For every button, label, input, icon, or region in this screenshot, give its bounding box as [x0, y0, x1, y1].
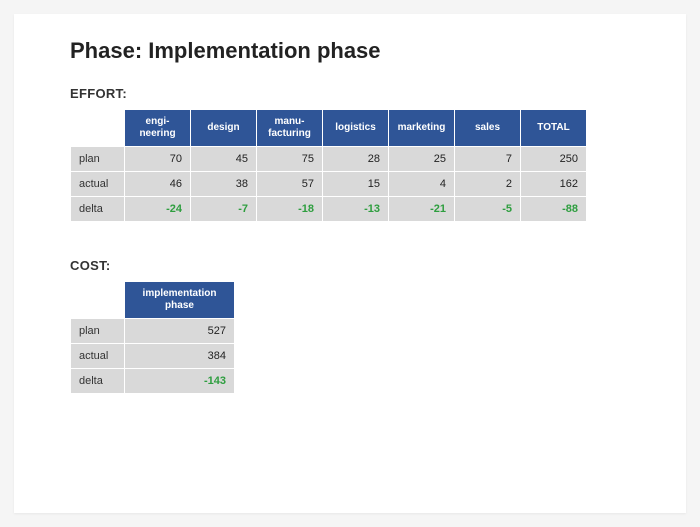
- cost-row-actual-label: actual: [71, 344, 125, 369]
- effort-cell: -5: [455, 197, 521, 222]
- effort-cell: 46: [125, 172, 191, 197]
- effort-cell: -88: [521, 197, 587, 222]
- effort-cell: 162: [521, 172, 587, 197]
- cost-cell: -143: [125, 369, 235, 394]
- cost-cell: 527: [125, 319, 235, 344]
- effort-row-actual-label: actual: [71, 172, 125, 197]
- effort-cell: 28: [323, 147, 389, 172]
- effort-cell: 38: [191, 172, 257, 197]
- effort-cell: 15: [323, 172, 389, 197]
- effort-col-marketing: marketing: [389, 110, 455, 147]
- cost-row-actual: actual 384: [71, 344, 235, 369]
- effort-cell: 70: [125, 147, 191, 172]
- effort-col-logistics: logistics: [323, 110, 389, 147]
- page-title: Phase: Implementation phase: [70, 38, 650, 64]
- effort-cell: -24: [125, 197, 191, 222]
- cost-heading: COST:: [70, 258, 650, 273]
- report-card: Phase: Implementation phase EFFORT: engi…: [14, 14, 686, 513]
- effort-table: engi-neering design manu-facturing logis…: [70, 109, 587, 222]
- cost-row-delta: delta -143: [71, 369, 235, 394]
- cost-table: implementationphase plan 527 actual 384 …: [70, 281, 235, 394]
- effort-row-delta-label: delta: [71, 197, 125, 222]
- effort-col-blank: [71, 110, 125, 147]
- effort-col-manufacturing: manu-facturing: [257, 110, 323, 147]
- effort-col-total: TOTAL: [521, 110, 587, 147]
- effort-cell: 4: [389, 172, 455, 197]
- cost-cell: 384: [125, 344, 235, 369]
- effort-cell: -7: [191, 197, 257, 222]
- effort-cell: -18: [257, 197, 323, 222]
- effort-cell: 45: [191, 147, 257, 172]
- effort-cell: 25: [389, 147, 455, 172]
- effort-cell: -13: [323, 197, 389, 222]
- effort-cell: 2: [455, 172, 521, 197]
- effort-cell: -21: [389, 197, 455, 222]
- cost-col-phase: implementationphase: [125, 282, 235, 319]
- effort-cell: 75: [257, 147, 323, 172]
- effort-col-design: design: [191, 110, 257, 147]
- effort-cell: 57: [257, 172, 323, 197]
- effort-cell: 250: [521, 147, 587, 172]
- cost-row-plan: plan 527: [71, 319, 235, 344]
- effort-col-engineering: engi-neering: [125, 110, 191, 147]
- effort-row-delta: delta -24 -7 -18 -13 -21 -5 -88: [71, 197, 587, 222]
- cost-row-delta-label: delta: [71, 369, 125, 394]
- effort-row-plan: plan 70 45 75 28 25 7 250: [71, 147, 587, 172]
- cost-row-plan-label: plan: [71, 319, 125, 344]
- effort-col-sales: sales: [455, 110, 521, 147]
- cost-col-blank: [71, 282, 125, 319]
- effort-row-actual: actual 46 38 57 15 4 2 162: [71, 172, 587, 197]
- effort-row-plan-label: plan: [71, 147, 125, 172]
- effort-cell: 7: [455, 147, 521, 172]
- effort-heading: EFFORT:: [70, 86, 650, 101]
